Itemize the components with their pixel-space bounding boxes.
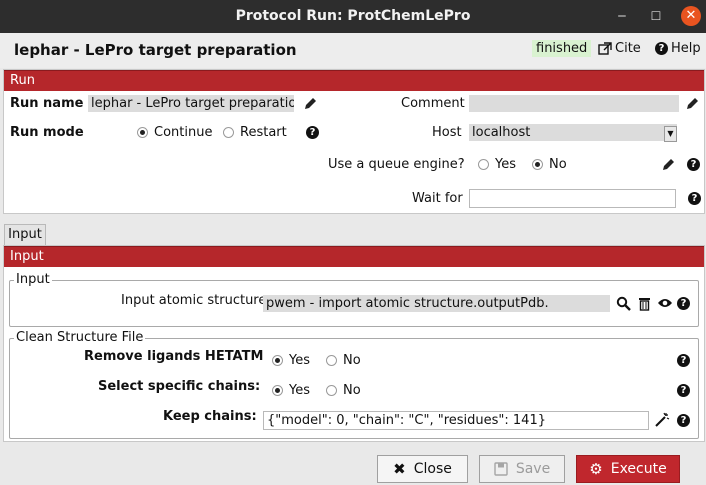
radio-selected-icon (272, 385, 283, 396)
save-button-label: Save (515, 461, 551, 477)
comment-label: Comment (401, 96, 465, 111)
help-icon[interactable]: ? (677, 297, 690, 310)
trash-icon[interactable] (638, 296, 651, 311)
remove-ligands-yes-label: Yes (289, 353, 310, 368)
remove-ligands-label: Remove ligands HETATM (84, 349, 264, 364)
run-mode-continue-label: Continue (154, 125, 213, 140)
eye-icon[interactable] (657, 297, 673, 309)
radio-selected-icon (532, 159, 543, 170)
run-mode-continue-radio[interactable]: Continue (137, 125, 212, 140)
input-section-bar: Input (4, 246, 704, 267)
help-icon[interactable]: ? (688, 192, 701, 205)
save-icon (494, 462, 508, 476)
execute-button-label: Execute (610, 461, 667, 477)
close-button-label: Close (413, 461, 452, 477)
window-title: Protocol Run: ProtChemLePro (235, 8, 471, 24)
close-window-button[interactable]: ✕ (681, 6, 701, 26)
help-link[interactable]: ? Help (655, 41, 701, 56)
remove-ligands-no-radio[interactable]: No (326, 353, 361, 368)
run-mode-restart-label: Restart (240, 125, 287, 140)
help-label: Help (671, 41, 701, 56)
keep-chains-input[interactable]: {"model": 0, "chain": "C", "residues": 1… (263, 411, 649, 430)
external-link-icon (598, 41, 612, 55)
search-icon[interactable] (616, 296, 631, 311)
help-icon[interactable]: ? (687, 158, 700, 171)
maximize-button[interactable]: ☐ (646, 6, 666, 26)
help-icon: ? (655, 42, 668, 55)
comment-input[interactable] (469, 95, 679, 112)
host-label: Host (432, 125, 462, 140)
input-group: Input Input atomic structure: pwem - imp… (9, 272, 699, 327)
select-chains-no-label: No (343, 383, 361, 398)
save-button[interactable]: Save (479, 455, 565, 483)
host-select[interactable]: localhost (469, 124, 677, 141)
wait-for-label: Wait for (412, 191, 463, 206)
select-chains-yes-radio[interactable]: Yes (272, 383, 310, 398)
protocol-title: lephar - LePro target preparation (14, 41, 297, 59)
radio-selected-icon (137, 127, 148, 138)
radio-unselected-icon (223, 127, 234, 138)
tab-input[interactable]: Input (4, 224, 46, 245)
select-chains-label: Select specific chains: (98, 379, 261, 394)
help-icon[interactable]: ? (306, 126, 319, 139)
remove-ligands-yes-radio[interactable]: Yes (272, 353, 310, 368)
pencil-icon[interactable] (661, 157, 676, 172)
remove-ligands-no-label: No (343, 353, 361, 368)
keep-chains-label: Keep chains: (163, 409, 257, 424)
cite-link[interactable]: Cite (598, 41, 641, 56)
clean-structure-title: Clean Structure File (14, 330, 146, 345)
input-panel: Input Input Input atomic structure: pwem… (3, 245, 705, 442)
execute-button[interactable]: ⚙ Execute (576, 455, 680, 483)
help-icon[interactable]: ? (677, 414, 690, 427)
radio-unselected-icon (326, 355, 337, 366)
host-value: localhost (472, 125, 531, 140)
input-atomic-structure-label: Input atomic structure: (121, 293, 271, 308)
protocol-header: lephar - LePro target preparation finish… (0, 33, 706, 68)
queue-yes-radio[interactable]: Yes (478, 157, 516, 172)
help-icon[interactable]: ? (677, 354, 690, 367)
cite-label: Cite (615, 41, 641, 56)
run-name-input[interactable]: lephar - LePro target preparation (88, 95, 294, 112)
input-group-title: Input (14, 272, 52, 287)
queue-yes-label: Yes (495, 157, 516, 172)
input-atomic-structure-field[interactable]: pwem - import atomic structure.outputPdb… (263, 295, 610, 312)
radio-unselected-icon (326, 385, 337, 396)
run-mode-label: Run mode (10, 125, 84, 140)
run-section-bar: Run (4, 70, 704, 91)
magic-wand-icon[interactable] (655, 412, 670, 427)
select-chains-yes-label: Yes (289, 383, 310, 398)
run-name-label: Run name (10, 96, 84, 111)
close-icon: ✖ (393, 460, 406, 478)
run-panel: Run Run name lephar - LePro target prepa… (3, 69, 705, 214)
help-icon[interactable]: ? (677, 384, 690, 397)
minimize-button[interactable]: ‒ (612, 6, 632, 26)
pencil-icon[interactable] (685, 96, 700, 111)
queue-no-radio[interactable]: No (532, 157, 567, 172)
close-button[interactable]: ✖ Close (377, 455, 468, 483)
status-badge: finished (532, 40, 592, 57)
pencil-icon[interactable] (303, 96, 318, 111)
radio-selected-icon (272, 355, 283, 366)
queue-label: Use a queue engine? (328, 157, 465, 172)
queue-no-label: No (549, 157, 567, 172)
run-mode-restart-radio[interactable]: Restart (223, 125, 287, 140)
select-chains-no-radio[interactable]: No (326, 383, 361, 398)
window-titlebar: Protocol Run: ProtChemLePro ‒ ☐ ✕ (0, 0, 706, 33)
clean-structure-group: Clean Structure File Remove ligands HETA… (9, 330, 699, 439)
radio-unselected-icon (478, 159, 489, 170)
wait-for-input[interactable] (469, 189, 676, 208)
chevron-down-icon[interactable]: ▼ (664, 126, 677, 142)
gears-icon: ⚙ (589, 460, 603, 478)
